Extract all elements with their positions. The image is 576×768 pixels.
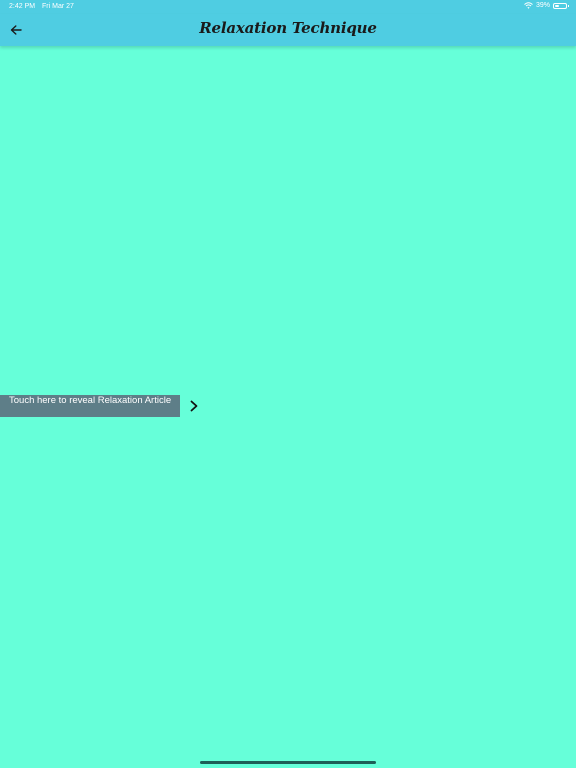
battery-percentage: 39% <box>535 2 550 9</box>
wifi-icon <box>524 2 533 9</box>
battery-icon <box>553 2 569 9</box>
battery-fill <box>555 4 559 7</box>
status-time: 2:42 PM <box>9 3 36 10</box>
page-title: Relaxation Technique <box>199 19 377 37</box>
status-indicators: 39% <box>524 2 569 9</box>
reveal-article-row: Touch here to reveal Relaxation Article <box>0 395 200 417</box>
navigation-bar: Relaxation Technique <box>0 14 576 46</box>
home-indicator[interactable] <box>200 761 376 764</box>
battery-nub <box>568 4 569 7</box>
status-bar: 2:42 PM Fri Mar 27 39% <box>0 0 576 14</box>
chevron-right-icon[interactable] <box>188 399 200 413</box>
reveal-article-button[interactable]: Touch here to reveal Relaxation Article <box>0 395 180 417</box>
status-date: Fri Mar 27 <box>42 3 74 10</box>
